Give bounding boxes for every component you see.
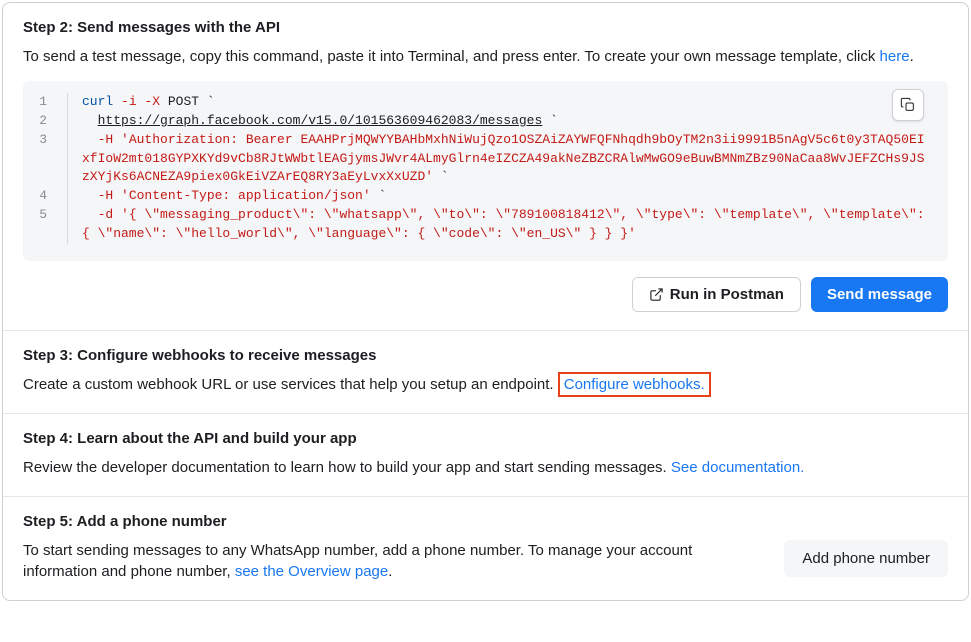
line-number: 1: [39, 93, 67, 112]
step-3-title: Step 3: Configure webhooks to receive me…: [23, 347, 948, 364]
step-3-section: Step 3: Configure webhooks to receive me…: [3, 331, 968, 414]
step-4-description: Review the developer documentation to le…: [23, 457, 948, 478]
step-2-actions: Run in Postman Send message: [23, 277, 948, 312]
add-phone-number-button[interactable]: Add phone number: [784, 540, 948, 577]
code-content: https://graph.facebook.com/v15.0/1015636…: [67, 112, 932, 131]
step-2-description: To send a test message, copy this comman…: [23, 46, 948, 67]
code-line-4: 4 -H 'Content-Type: application/json' `: [23, 187, 948, 206]
code-line-3: 3 -H 'Authorization: Bearer EAAHPrjMQWYY…: [23, 131, 948, 188]
configure-webhooks-link[interactable]: Configure webhooks.: [564, 376, 705, 393]
main-panel: Step 2: Send messages with the API To se…: [2, 2, 969, 601]
copy-code-button[interactable]: [892, 89, 924, 121]
step-5-row: To start sending messages to any WhatsAp…: [23, 540, 948, 582]
step-5-title: Step 5: Add a phone number: [23, 513, 948, 530]
run-in-postman-button[interactable]: Run in Postman: [632, 277, 801, 312]
message-template-link[interactable]: here: [880, 48, 910, 65]
step-2-desc-suffix: .: [910, 48, 914, 65]
line-number: 3: [39, 131, 67, 188]
code-line-5: 5 -d '{ \"messaging_product\": \"whatsap…: [23, 206, 948, 244]
step-4-title: Step 4: Learn about the API and build yo…: [23, 430, 948, 447]
line-number: 5: [39, 206, 67, 244]
code-block[interactable]: 1 curl -i -X POST ` 2 https://graph.face…: [23, 81, 948, 261]
run-in-postman-label: Run in Postman: [670, 286, 784, 303]
overview-page-link[interactable]: see the Overview page: [235, 563, 388, 580]
step-4-desc-text: Review the developer documentation to le…: [23, 459, 671, 476]
external-link-icon: [649, 287, 664, 302]
code-content: -d '{ \"messaging_product\": \"whatsapp\…: [67, 206, 932, 244]
send-message-button[interactable]: Send message: [811, 277, 948, 312]
code-content: -H 'Authorization: Bearer EAAHPrjMQWYYBA…: [67, 131, 932, 188]
line-number: 2: [39, 112, 67, 131]
send-message-label: Send message: [827, 286, 932, 303]
code-block-wrapper: 1 curl -i -X POST ` 2 https://graph.face…: [23, 81, 948, 261]
step-3-desc-text: Create a custom webhook URL or use servi…: [23, 376, 558, 393]
step-2-title: Step 2: Send messages with the API: [23, 19, 948, 36]
code-line-2: 2 https://graph.facebook.com/v15.0/10156…: [23, 112, 948, 131]
highlight-annotation: Configure webhooks.: [558, 372, 711, 397]
step-3-description: Create a custom webhook URL or use servi…: [23, 374, 948, 395]
code-content: -H 'Content-Type: application/json' `: [67, 187, 932, 206]
code-line-1: 1 curl -i -X POST `: [23, 93, 948, 112]
see-documentation-link[interactable]: See documentation.: [671, 459, 804, 476]
step-2-desc-text: To send a test message, copy this comman…: [23, 48, 880, 65]
code-content: curl -i -X POST `: [67, 93, 932, 112]
add-phone-number-label: Add phone number: [802, 550, 930, 567]
step-5-description: To start sending messages to any WhatsAp…: [23, 540, 764, 582]
copy-icon: [900, 97, 916, 113]
step-2-section: Step 2: Send messages with the API To se…: [3, 3, 968, 331]
line-number: 4: [39, 187, 67, 206]
step-5-section: Step 5: Add a phone number To start send…: [3, 497, 968, 600]
step-4-section: Step 4: Learn about the API and build yo…: [3, 414, 968, 497]
step-5-desc-suffix: .: [388, 563, 392, 580]
